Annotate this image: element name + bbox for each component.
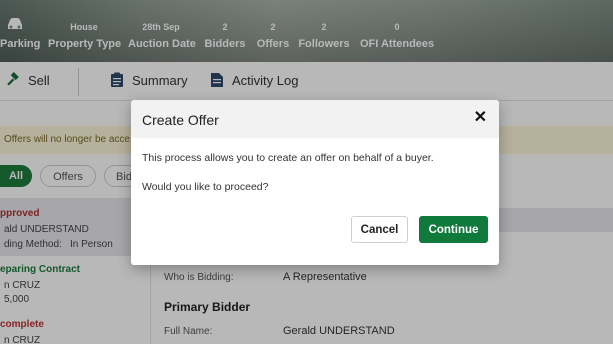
dialog-header: Create Offer ✕ (131, 100, 499, 138)
dialog-message: This process allows you to create an off… (142, 152, 434, 164)
cancel-button[interactable]: Cancel (351, 216, 408, 243)
close-icon[interactable]: ✕ (474, 110, 487, 126)
dialog-title: Create Offer (142, 112, 219, 128)
dialog-question: Would you like to proceed? (142, 181, 269, 193)
continue-button[interactable]: Continue (419, 216, 488, 243)
create-offer-dialog: Create Offer ✕ This process allows you t… (131, 100, 499, 265)
